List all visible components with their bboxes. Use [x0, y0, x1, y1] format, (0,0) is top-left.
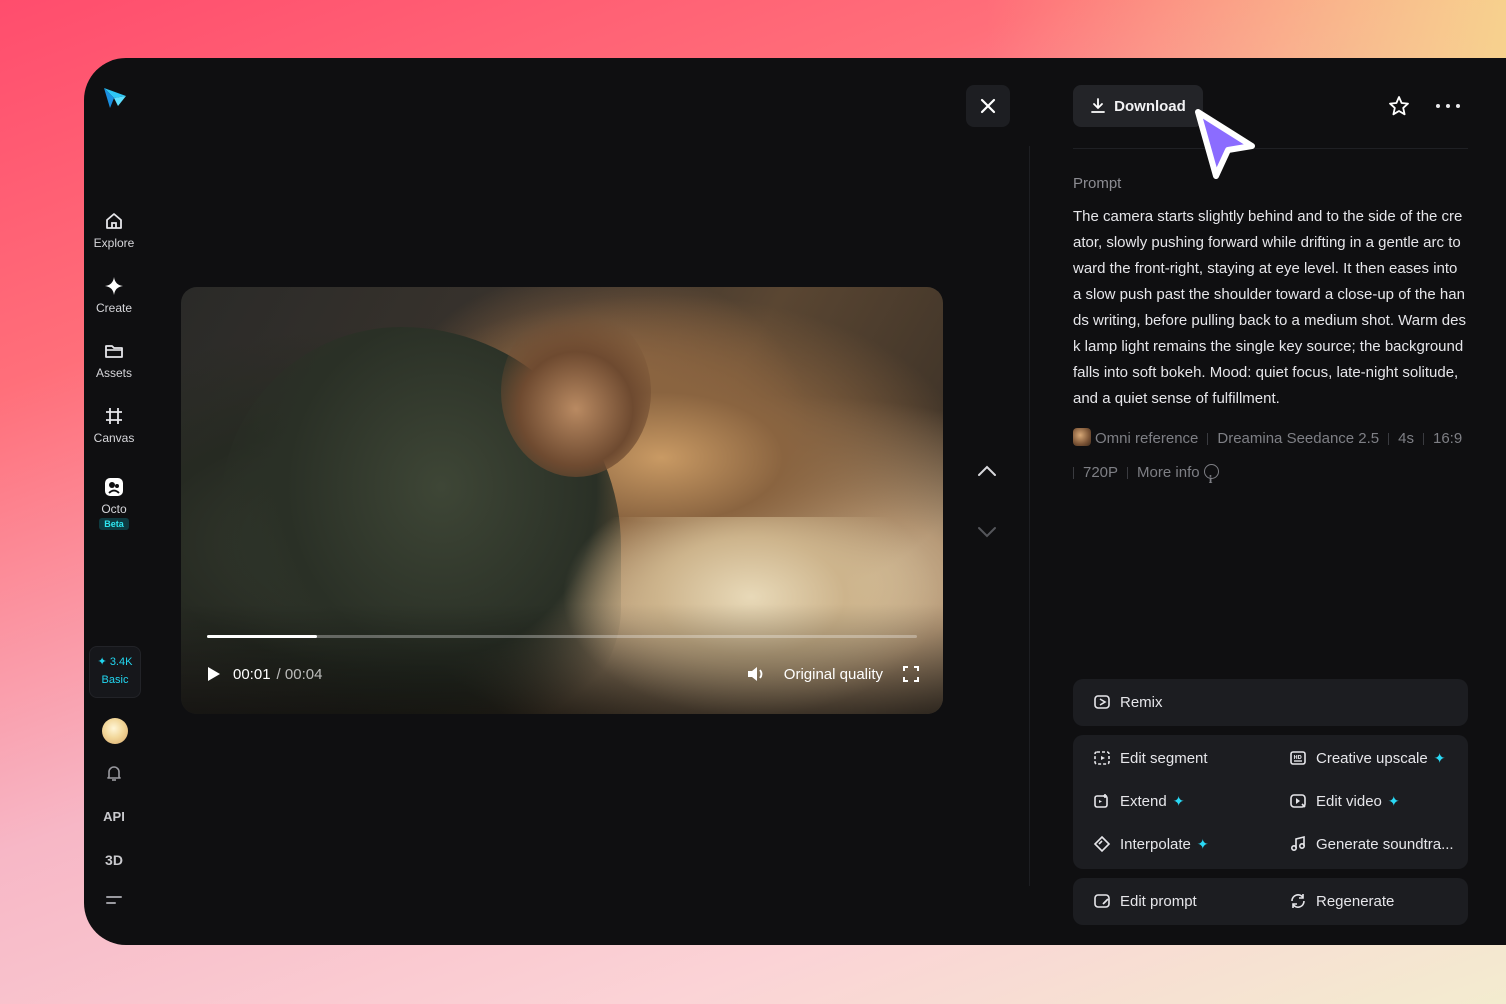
meta-duration: 4s — [1398, 430, 1414, 447]
meta-resolution: 720P — [1083, 464, 1119, 481]
progress-fill — [207, 635, 318, 638]
remix-button[interactable]: Remix — [1093, 693, 1163, 711]
edit-segment-icon — [1094, 751, 1110, 765]
remix-icon — [1094, 695, 1110, 709]
download-icon — [1091, 98, 1106, 113]
edit-video-label: Edit video — [1316, 792, 1382, 810]
paper-plane-logo-icon[interactable] — [100, 84, 128, 112]
regenerate-icon — [1291, 894, 1305, 908]
more-info-link[interactable]: More info — [1137, 464, 1200, 481]
sidebar-item-label: Explore — [93, 236, 135, 250]
download-button[interactable]: Download — [1073, 85, 1203, 127]
interpolate-label: Interpolate — [1120, 835, 1191, 853]
total-time: / 00:04 — [276, 665, 323, 683]
api-link[interactable]: API — [84, 809, 144, 824]
frame-icon — [103, 405, 125, 427]
sidebar-item-label: Canvas — [93, 431, 135, 445]
generate-soundtrack-label: Generate soundtra... — [1316, 835, 1454, 853]
video-player[interactable]: 00:01 / 00:04 Original quality — [181, 287, 943, 714]
fullscreen-icon[interactable] — [903, 666, 919, 682]
edit-prompt-button[interactable]: Edit prompt — [1093, 892, 1197, 910]
interpolate-icon — [1093, 835, 1111, 853]
controls-gradient — [181, 604, 943, 714]
generate-soundtrack-button[interactable]: Generate soundtra... — [1289, 835, 1454, 853]
regenerate-label: Regenerate — [1316, 892, 1395, 910]
sidebar-item-octo[interactable]: Octo Beta — [84, 476, 144, 530]
sparkle-icon — [103, 275, 125, 297]
sparkle-icon: ✦ — [1433, 749, 1446, 766]
play-icon[interactable] — [207, 666, 221, 682]
info-icon[interactable] — [1203, 464, 1219, 498]
sidebar-item-label: Create — [95, 301, 133, 315]
sidebar-item-label: Assets — [95, 366, 132, 380]
sidebar-item-label: Octo — [101, 502, 127, 516]
credits-amount: 3.4K — [109, 656, 133, 668]
chevron-down-icon[interactable] — [976, 525, 998, 539]
edit-video-button[interactable]: Edit video ✦ — [1289, 792, 1400, 810]
remix-label: Remix — [1120, 693, 1163, 711]
header-divider — [1073, 148, 1468, 149]
current-time: 00:01 — [233, 665, 271, 683]
volume-icon[interactable] — [746, 665, 766, 683]
edit-prompt-icon — [1094, 894, 1110, 908]
reference-thumbnail — [1073, 428, 1091, 446]
extend-button[interactable]: Extend ✦ — [1093, 792, 1184, 810]
remix-card: Remix — [1073, 679, 1468, 726]
interpolate-button[interactable]: Interpolate ✦ — [1093, 835, 1209, 853]
download-label: Download — [1114, 97, 1186, 115]
prompt-actions-card: Edit prompt Regenerate — [1073, 878, 1468, 925]
regenerate-button[interactable]: Regenerate — [1289, 892, 1394, 910]
creative-upscale-button[interactable]: HD Creative upscale ✦ — [1289, 749, 1445, 767]
octo-icon — [103, 476, 125, 498]
svg-text:HD: HD — [1294, 755, 1302, 761]
edit-segment-label: Edit segment — [1120, 749, 1208, 767]
menu-icon[interactable] — [106, 896, 122, 910]
sidebar-item-assets[interactable]: Assets — [84, 340, 144, 380]
edit-actions-card: Edit segment HD Creative upscale ✦ Exten… — [1073, 735, 1468, 869]
star-icon[interactable] — [1388, 95, 1410, 117]
hd-upscale-icon: HD — [1290, 751, 1306, 765]
meta-model: Dreamina Seedance 2.5 — [1217, 430, 1380, 447]
bell-icon[interactable] — [105, 764, 123, 782]
more-options-icon[interactable] — [1436, 96, 1460, 116]
avatar[interactable] — [102, 718, 128, 744]
plan-label: Basic — [101, 674, 129, 686]
sparkle-icon: ✦ — [1387, 792, 1400, 809]
extend-icon — [1094, 794, 1108, 808]
player-right-controls: Original quality — [746, 665, 919, 683]
prompt-label: Prompt — [1073, 175, 1122, 192]
meta-ratio: 16:9 — [1433, 430, 1463, 447]
sparkle-icon: ✦ — [1196, 835, 1209, 852]
beta-badge: Beta — [99, 518, 129, 530]
quality-selector[interactable]: Original quality — [784, 666, 883, 683]
close-button[interactable] — [966, 85, 1010, 127]
edit-segment-button[interactable]: Edit segment — [1093, 749, 1208, 767]
edit-prompt-label: Edit prompt — [1120, 892, 1197, 910]
creative-upscale-label: Creative upscale — [1316, 749, 1428, 767]
edit-video-icon — [1290, 794, 1306, 808]
generation-meta: Omni reference Dreamina Seedance 2.5 4s 16:… — [1073, 422, 1483, 498]
credits-badge[interactable]: ✦ 3.4K Basic — [89, 646, 141, 698]
meta-reference[interactable]: Omni reference — [1095, 430, 1198, 447]
folder-icon — [103, 340, 125, 362]
sidebar-item-canvas[interactable]: Canvas — [84, 405, 144, 445]
progress-bar[interactable] — [207, 635, 917, 638]
sparkle-icon: ✦ — [1172, 792, 1185, 809]
player-controls: 00:01 / 00:04 Original quality — [207, 663, 919, 685]
panel-divider — [1029, 146, 1030, 886]
chevron-up-icon[interactable] — [976, 464, 998, 478]
video-frame-head — [501, 307, 651, 477]
credits-spark-icon: ✦ — [97, 656, 107, 668]
music-note-icon — [1290, 835, 1306, 852]
sidebar-item-explore[interactable]: Explore — [84, 210, 144, 250]
app-window: Explore Create Assets Canvas Octo Beta ✦… — [84, 58, 1506, 945]
home-icon — [103, 210, 125, 232]
prompt-text: The camera starts slightly behind and to… — [1073, 208, 1466, 407]
sidebar-item-create[interactable]: Create — [84, 275, 144, 315]
sidebar: Explore Create Assets Canvas Octo Beta ✦… — [84, 58, 144, 945]
extend-label: Extend — [1120, 792, 1167, 810]
close-icon — [980, 98, 996, 114]
3d-link[interactable]: 3D — [84, 852, 144, 868]
